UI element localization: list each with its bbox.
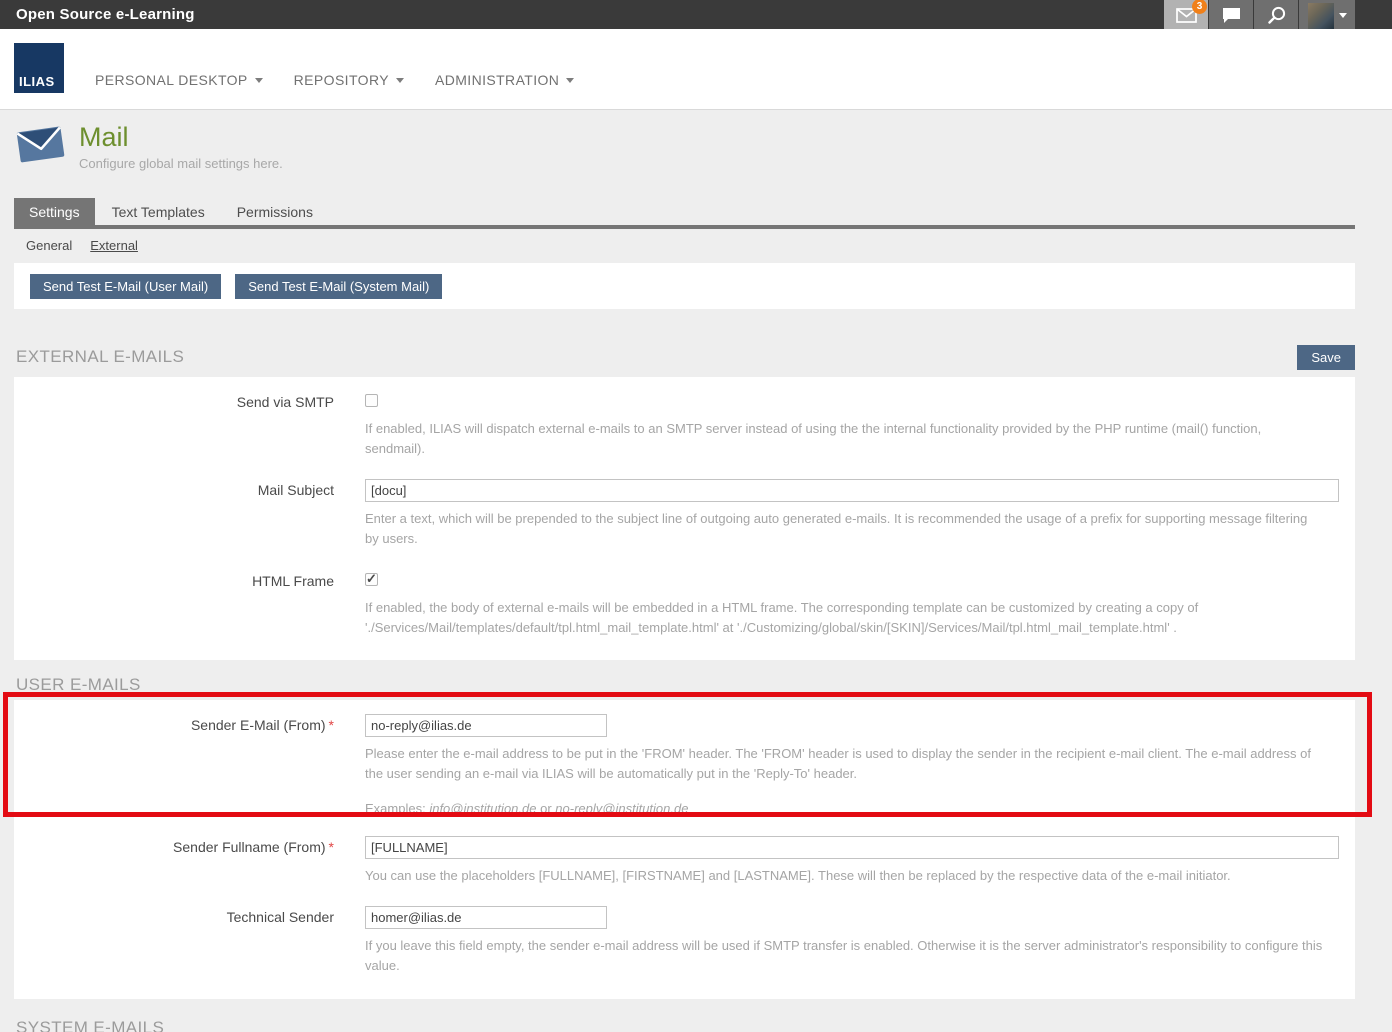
tab-bar: Settings Text Templates Permissions [14, 198, 1355, 229]
save-button[interactable]: Save [1297, 345, 1355, 370]
field-help: Enter a text, which will be prepended to… [365, 509, 1323, 549]
tab-permissions[interactable]: Permissions [222, 198, 328, 225]
send-test-system-mail-button[interactable]: Send Test E-Mail (System Mail) [235, 274, 442, 299]
field-help: If enabled, the body of external e-mails… [365, 598, 1323, 638]
section-title: SYSTEM E-MAILS [16, 1018, 164, 1032]
send-via-smtp-row: Send via SMTP If enabled, ILIAS will dis… [14, 391, 1339, 459]
field-label: HTML Frame [14, 570, 334, 638]
tab-settings[interactable]: Settings [14, 198, 95, 225]
search-icon [1267, 6, 1286, 25]
site-title: Open Source e-Learning [16, 6, 195, 23]
user-sender-fullname-row: Sender Fullname (From)* You can use the … [14, 836, 1339, 886]
main-navigation: PERSONAL DESKTOP REPOSITORY ADMINISTRATI… [95, 72, 605, 88]
main-header: ILIAS PERSONAL DESKTOP REPOSITORY ADMINI… [0, 29, 1392, 110]
section-title: USER E-MAILS [16, 675, 141, 695]
field-help: If you leave this field empty, the sende… [365, 936, 1323, 976]
field-label: Technical Sender [14, 906, 334, 976]
external-emails-header: EXTERNAL E-MAILS Save [14, 337, 1355, 377]
ilias-logo[interactable]: ILIAS [14, 43, 64, 93]
field-label: Sender E-Mail (From)* [14, 714, 334, 816]
chevron-down-icon [396, 78, 404, 83]
search-button[interactable] [1254, 0, 1298, 31]
topbar-icon-group: 3 [1164, 0, 1355, 29]
technical-sender-input[interactable] [365, 906, 607, 929]
page-subtitle: Configure global mail settings here. [79, 156, 283, 171]
mail-badge: 3 [1192, 0, 1207, 14]
required-marker: * [329, 717, 334, 733]
nav-repository[interactable]: REPOSITORY [294, 72, 404, 88]
user-sender-email-row: Sender E-Mail (From)* Please enter the e… [14, 714, 1339, 816]
required-marker: * [329, 839, 334, 855]
technical-sender-row: Technical Sender If you leave this field… [14, 906, 1339, 976]
chevron-down-icon [1339, 13, 1347, 18]
user-emails-header: USER E-MAILS [14, 670, 1355, 700]
user-emails-panel: Sender E-Mail (From)* Please enter the e… [14, 700, 1355, 999]
send-test-user-mail-button[interactable]: Send Test E-Mail (User Mail) [30, 274, 221, 299]
html-frame-row: HTML Frame If enabled, the body of exter… [14, 570, 1339, 638]
page-title: Mail [79, 122, 283, 153]
page-head: Mail Configure global mail settings here… [14, 110, 1355, 171]
field-label: Send via SMTP [14, 391, 334, 459]
html-frame-checkbox[interactable] [365, 573, 378, 586]
tab-text-templates[interactable]: Text Templates [97, 198, 220, 225]
chat-icon [1222, 7, 1241, 24]
user-sender-email-input[interactable] [365, 714, 607, 737]
subtab-bar: General External [14, 229, 1355, 263]
send-via-smtp-checkbox[interactable] [365, 394, 378, 407]
field-help: Please enter the e-mail address to be pu… [365, 744, 1323, 784]
user-menu-button[interactable] [1299, 0, 1355, 31]
top-bar: Open Source e-Learning 3 [0, 0, 1392, 29]
test-mail-toolbar: Send Test E-Mail (User Mail) Send Test E… [14, 263, 1355, 309]
nav-personal-desktop[interactable]: PERSONAL DESKTOP [95, 72, 263, 88]
chat-button[interactable] [1209, 0, 1253, 31]
mail-page-icon [14, 121, 66, 167]
chevron-down-icon [255, 78, 263, 83]
field-label: Sender Fullname (From)* [14, 836, 334, 886]
field-help: If enabled, ILIAS will dispatch external… [365, 419, 1323, 459]
mail-subject-row: Mail Subject Enter a text, which will be… [14, 479, 1339, 549]
external-emails-panel: Send via SMTP If enabled, ILIAS will dis… [14, 377, 1355, 660]
subtab-general[interactable]: General [26, 238, 72, 253]
field-examples: Examples: info@institution.de or no-repl… [365, 801, 1339, 816]
main-content: Mail Configure global mail settings here… [14, 110, 1355, 1032]
mail-subject-input[interactable] [365, 479, 1339, 502]
section-title: EXTERNAL E-MAILS [16, 347, 184, 367]
user-avatar [1308, 3, 1334, 29]
chevron-down-icon [566, 78, 574, 83]
nav-administration[interactable]: ADMINISTRATION [435, 72, 574, 88]
mail-notifications-button[interactable]: 3 [1164, 0, 1208, 31]
user-sender-fullname-input[interactable] [365, 836, 1339, 859]
field-help: You can use the placeholders [FULLNAME],… [365, 866, 1323, 886]
system-emails-header: SYSTEM E-MAILS [14, 1011, 1355, 1032]
subtab-external[interactable]: External [90, 238, 138, 253]
field-label: Mail Subject [14, 479, 334, 549]
